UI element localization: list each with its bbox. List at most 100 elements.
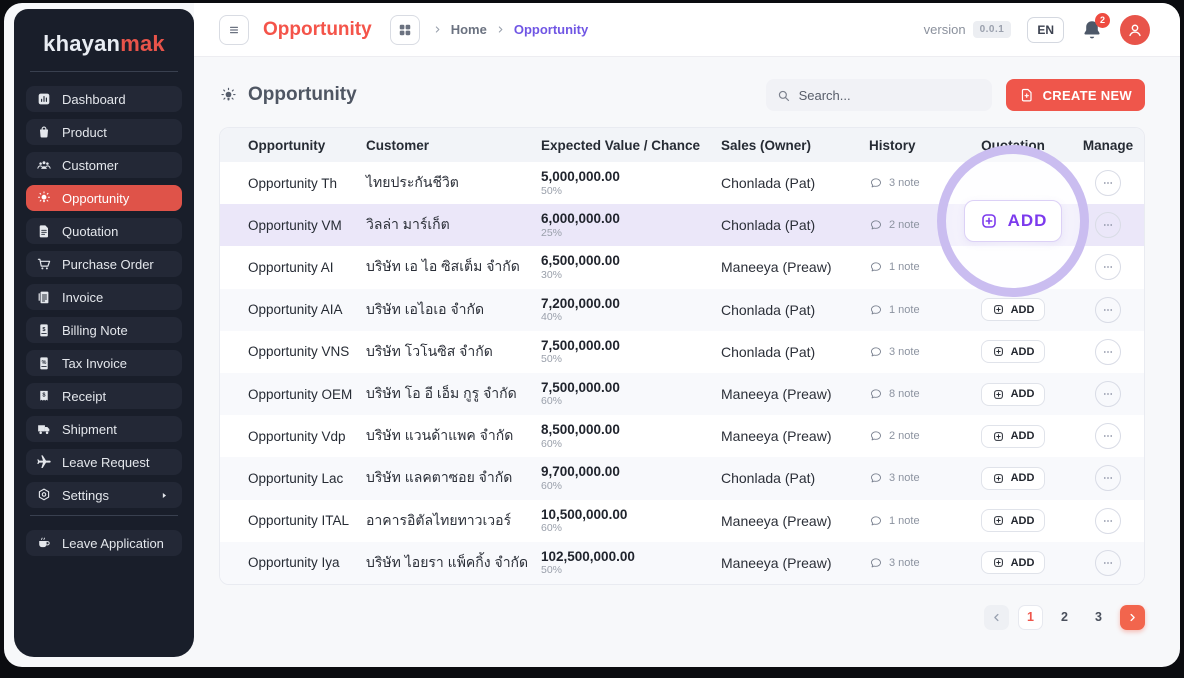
sidebar-item[interactable]: Quotation	[26, 218, 182, 244]
plus-squircle-icon	[979, 211, 999, 231]
sidebar-item[interactable]: % Tax Invoice	[26, 350, 182, 376]
ellipsis-icon	[1100, 470, 1116, 486]
add-quotation-button[interactable]: ADD	[981, 383, 1046, 406]
sidebar-item[interactable]: Leave Application	[26, 530, 182, 556]
user-avatar[interactable]	[1120, 15, 1150, 45]
manage-button[interactable]	[1095, 423, 1121, 449]
sidebar-item[interactable]: $ Receipt	[26, 383, 182, 409]
history-cell[interactable]: 3 note	[869, 176, 954, 190]
manage-button[interactable]	[1095, 212, 1121, 238]
sidebar-item-label: Dashboard	[62, 92, 126, 107]
search-icon	[776, 88, 791, 103]
sidebar-item[interactable]: Customer	[26, 152, 182, 178]
manage-button[interactable]	[1095, 381, 1121, 407]
column-header-opportunity: Opportunity	[248, 138, 366, 153]
table-row[interactable]: Opportunity OEM บริษัท โอ อี เอ็ม กูรู จ…	[220, 373, 1144, 415]
table-row[interactable]: Opportunity VNS บริษัท โวโนซิส จำกัด 7,5…	[220, 331, 1144, 373]
version-label: version	[924, 22, 966, 37]
hamburger-icon	[225, 21, 243, 39]
opportunity-name: Opportunity AIA	[248, 302, 366, 317]
table-row[interactable]: Opportunity AI บริษัท เอ ไอ ซิสเต็ม จำกั…	[220, 246, 1144, 288]
manage-button[interactable]	[1095, 170, 1121, 196]
sidebar-item[interactable]: Invoice	[26, 284, 182, 310]
next-page-button[interactable]	[1120, 605, 1145, 630]
notifications-button[interactable]: 2	[1080, 18, 1104, 42]
column-header-expected-value: Expected Value / Chance	[541, 138, 721, 153]
history-cell[interactable]: 1 note	[869, 514, 954, 528]
page-number-button[interactable]: 2	[1052, 605, 1077, 630]
table-row[interactable]: Opportunity Th ไทยประกันชีวิต 5,000,000.…	[220, 162, 1144, 204]
table-row[interactable]: Opportunity Iya บริษัท ไอยรา แพ็คกิ้ง จำ…	[220, 542, 1144, 584]
sidebar-item[interactable]: Settings	[26, 482, 182, 508]
note-count: 3 note	[889, 472, 920, 484]
add-quotation-button[interactable]: ADD	[981, 298, 1046, 321]
expected-value: 102,500,000.00	[541, 549, 721, 565]
window-frame: khayanmak Dashboard Product C	[0, 0, 1184, 678]
app-window: khayanmak Dashboard Product C	[4, 3, 1180, 667]
previous-page-button[interactable]	[984, 605, 1009, 630]
add-quotation-button[interactable]: ADD	[981, 425, 1046, 448]
breadcrumb-home[interactable]: Home	[451, 22, 487, 37]
manage-button[interactable]	[1095, 297, 1121, 323]
search-input[interactable]	[799, 88, 982, 103]
page-number-button[interactable]: 1	[1018, 605, 1043, 630]
add-quotation-button[interactable]: ADD	[981, 509, 1046, 532]
invoice-icon	[36, 289, 52, 305]
sidebar-item[interactable]: Dashboard	[26, 86, 182, 112]
opportunity-name: Opportunity OEM	[248, 387, 366, 402]
sidebar-footer-nav: Leave Application	[26, 530, 182, 556]
sidebar-divider	[30, 515, 178, 516]
table-row[interactable]: Opportunity ITAL อาคารอิตัลไทยทาวเวอร์ 1…	[220, 500, 1144, 542]
sidebar-item-label: Customer	[62, 158, 118, 173]
history-cell[interactable]: 2 note	[869, 218, 954, 232]
sidebar-item[interactable]: Shipment	[26, 416, 182, 442]
add-quotation-button[interactable]: ADD	[981, 340, 1046, 363]
add-quotation-button[interactable]: ADD	[981, 467, 1046, 490]
chat-icon	[869, 387, 883, 401]
svg-text:%: %	[42, 360, 47, 366]
history-cell[interactable]: 3 note	[869, 345, 954, 359]
history-cell[interactable]: 3 note	[869, 556, 954, 570]
page-number-button[interactable]: 3	[1086, 605, 1111, 630]
sidebar-item-label: Purchase Order	[62, 257, 154, 272]
history-cell[interactable]: 1 note	[869, 260, 954, 274]
sidebar-item[interactable]: Opportunity	[26, 185, 182, 211]
history-cell[interactable]: 1 note	[869, 303, 954, 317]
note-count: 3 note	[889, 346, 920, 358]
create-new-button[interactable]: CREATE NEW	[1006, 79, 1145, 111]
sidebar-toggle-button[interactable]	[219, 15, 249, 45]
chat-icon	[869, 471, 883, 485]
manage-button[interactable]	[1095, 254, 1121, 280]
history-cell[interactable]: 8 note	[869, 387, 954, 401]
opportunity-name: Opportunity Iya	[248, 555, 366, 570]
person-icon	[1125, 20, 1145, 40]
manage-button[interactable]	[1095, 508, 1121, 534]
sidebar-item[interactable]: Purchase Order	[26, 251, 182, 277]
table-row[interactable]: Opportunity Vdp บริษัท แวนด้าแพค จำกัด 8…	[220, 415, 1144, 457]
expected-value: 6,500,000.00	[541, 253, 721, 269]
sidebar-item[interactable]: $ Billing Note	[26, 317, 182, 343]
sidebar-item-label: Invoice	[62, 290, 103, 305]
history-cell[interactable]: 2 note	[869, 429, 954, 443]
billing-note-icon: $	[36, 322, 52, 338]
sidebar-item[interactable]: Product	[26, 119, 182, 145]
chance-percent: 50%	[541, 564, 721, 577]
expected-value: 9,700,000.00	[541, 464, 721, 480]
manage-button[interactable]	[1095, 339, 1121, 365]
expected-value: 7,500,000.00	[541, 338, 721, 354]
opportunity-table: Opportunity Customer Expected Value / Ch…	[219, 127, 1145, 585]
history-cell[interactable]: 3 note	[869, 471, 954, 485]
language-button[interactable]: EN	[1027, 17, 1064, 43]
add-quotation-button[interactable]: ADD	[981, 551, 1046, 574]
ellipsis-icon	[1100, 555, 1116, 571]
manage-button[interactable]	[1095, 550, 1121, 576]
apps-grid-button[interactable]	[390, 15, 420, 45]
table-row[interactable]: Opportunity Lac บริษัท แลคตาซอย จำกัด 9,…	[220, 457, 1144, 499]
expected-value: 10,500,000.00	[541, 507, 721, 523]
highlighted-add-quotation-button[interactable]: ADD	[964, 200, 1062, 242]
customer-name: บริษัท ไอยรา แพ็คกิ้ง จำกัด	[366, 552, 541, 574]
sidebar-item-label: Opportunity	[62, 191, 129, 206]
table-row[interactable]: Opportunity AIA บริษัท เอไอเอ จำกัด 7,20…	[220, 289, 1144, 331]
manage-button[interactable]	[1095, 465, 1121, 491]
sidebar-item[interactable]: Leave Request	[26, 449, 182, 475]
